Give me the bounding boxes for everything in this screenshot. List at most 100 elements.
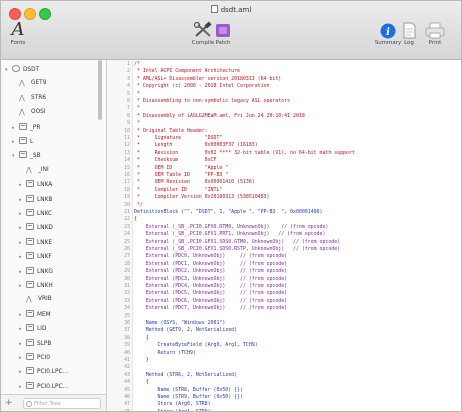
tree-item[interactable]: ⋀ OOSI [1, 108, 46, 120]
patch-icon [216, 24, 230, 37]
code-text: Method (STR6, 2, NotSerialized) [134, 371, 238, 378]
tree-item[interactable]: ▸ LNKH [1, 281, 53, 293]
tree-item-label: MEM [37, 311, 51, 318]
sidebar-scrollbar[interactable] [98, 60, 102, 120]
patch-button[interactable]: Patch [211, 21, 235, 46]
line-number: 7 [127, 105, 130, 112]
line-number: 28 [124, 260, 130, 267]
tree-item[interactable]: ▸ LNKG [1, 266, 53, 279]
add-icon[interactable]: + [5, 398, 13, 409]
disclosure-closed-icon[interactable]: ▸ [19, 312, 26, 318]
line-number: 37 [124, 327, 130, 334]
line-number: 9 [127, 120, 130, 127]
tree-item[interactable]: ⋀ _INI [1, 166, 49, 178]
line-number: 29 [124, 268, 130, 275]
code-text: */ [134, 201, 143, 208]
tree-item[interactable]: ⋀ VRIB [1, 295, 52, 307]
disclosure-closed-icon[interactable]: ▸ [19, 369, 26, 375]
code-line: 19 * Compiler Version 0x20180313 (538510… [107, 194, 269, 201]
code-line: 22 { [107, 216, 137, 223]
tree-item[interactable]: ▸ L [1, 137, 33, 149]
disclosure-closed-icon[interactable]: ▸ [19, 240, 26, 246]
tree-item[interactable]: ▾ _SB [1, 151, 41, 163]
code-line: 40 Return (TCH9) [107, 350, 196, 357]
line-number: 36 [124, 320, 130, 326]
code-line: 33 External (PDC6, UnknownObj) // (from … [107, 298, 287, 305]
code-text: * [134, 90, 140, 97]
tree-item[interactable]: ▸ PCI0.LPC... [1, 367, 68, 379]
code-text: External (_SB_.PCI0.GFX0.DTM0, UnknownOb… [134, 223, 329, 230]
tree-item[interactable]: ▾ DSDT [1, 65, 39, 77]
tree-item[interactable]: ▸ PCI0 [1, 353, 50, 365]
log-document-icon [403, 22, 416, 39]
folder-icon [19, 151, 27, 159]
tree-item[interactable]: ▸ LID [1, 324, 46, 336]
window-title: dsdt.aml [1, 5, 461, 14]
disclosure-closed-icon[interactable]: ▸ [19, 283, 26, 289]
line-number: 8 [127, 112, 130, 119]
tree-item-label: GET9 [31, 80, 47, 87]
tree-item[interactable]: ▸ SLPB [1, 338, 51, 351]
disclosure-closed-icon[interactable]: ▸ [19, 211, 26, 217]
code-line: 1 /* [107, 61, 140, 68]
code-text: * Disassembly of iASLG2MEaM.aml, Fri Jun… [134, 112, 305, 119]
table-icon [12, 65, 20, 72]
disclosure-closed-icon[interactable]: ▸ [19, 341, 26, 347]
tree-item-label: OOSI [31, 109, 46, 116]
line-number: 20 [124, 201, 130, 208]
disclosure-open-icon[interactable]: ▾ [5, 67, 12, 73]
tree-item[interactable]: ▸ LNKA [1, 180, 52, 192]
disclosure-closed-icon[interactable]: ▸ [19, 225, 26, 231]
code-line: 27 External (PDC0, UnknownObj) // (from … [107, 253, 287, 260]
line-number: 39 [124, 342, 130, 349]
print-button[interactable]: Print [421, 21, 449, 46]
code-text: * Checksum 0xCF [134, 157, 217, 164]
code-text: * [134, 105, 140, 112]
disclosure-closed-icon[interactable]: ▸ [12, 139, 19, 145]
disclosure-closed-icon[interactable]: ▸ [19, 326, 26, 332]
line-number: 38 [124, 334, 130, 341]
folder-icon [26, 309, 34, 317]
disclosure-closed-icon[interactable]: ▸ [12, 125, 19, 131]
fonts-icon: A [11, 19, 25, 40]
fonts-button[interactable]: A Fonts [6, 19, 30, 47]
sidebar-footer: + Filter Tree [1, 394, 106, 411]
tree-item[interactable]: ▸ MEM [1, 309, 51, 322]
code-line: 16 * OEM Table ID "PP-B3 " [107, 172, 228, 179]
code-text: Name (STR8, Buffer (0x50) {}) [134, 386, 243, 393]
disclosure-closed-icon[interactable]: ▸ [19, 197, 26, 203]
code-line: 31 External (PDC4, UnknownObj) // (from … [107, 283, 287, 290]
tree-item[interactable]: ▸ LNKF [1, 252, 52, 264]
code-text: * OEM ID "Apple " [134, 164, 229, 171]
tree-item[interactable]: ▸ LNKC [1, 209, 52, 221]
disclosure-closed-icon[interactable]: ▸ [19, 182, 26, 188]
line-number: 6 [127, 98, 130, 104]
disclosure-closed-icon[interactable]: ▸ [19, 384, 26, 390]
code-line: 45 Name (STR8, Buffer (0x50) {}) [107, 387, 243, 394]
line-number: 27 [124, 253, 130, 260]
disclosure-closed-icon[interactable]: ▸ [19, 355, 26, 361]
disclosure-open-icon[interactable]: ▾ [12, 153, 19, 159]
filter-tree-input[interactable]: Filter Tree [23, 398, 101, 409]
code-editor[interactable]: 1/* 2 * Intel ACPI Component Architecture… [107, 60, 461, 411]
code-line: 28 External (PDC1, UnknownObj) // (from … [107, 261, 287, 268]
tree-item[interactable]: ▸ PCI0.LPC... [1, 381, 68, 394]
disclosure-closed-icon[interactable]: ▸ [19, 254, 26, 260]
tree-item[interactable]: ▸ LNKB [1, 194, 52, 207]
tree-item[interactable]: ▸ _PR [1, 122, 40, 135]
log-button[interactable]: Log [399, 21, 419, 46]
tree-item[interactable]: ⋀ GET9 [1, 79, 46, 91]
line-number: 16 [124, 172, 130, 178]
code-text: * Copyright (c) 2000 - 2018 Intel Corpor… [134, 83, 270, 90]
tree-item-label: LNKG [37, 268, 53, 275]
line-number: 34 [124, 305, 130, 312]
tree-item[interactable]: ▸ LNKE [1, 237, 52, 250]
tree-item[interactable]: ▸ LNKD [1, 223, 53, 235]
tree-item[interactable]: ⋀ STR6 [1, 94, 46, 106]
disclosure-closed-icon[interactable]: ▸ [19, 269, 26, 275]
line-number: 14 [124, 157, 130, 164]
code-line: 3 * AML/ASL+ Disassembler version 201803… [107, 76, 281, 83]
code-line: 47 Store (Arg0, STR8) [107, 401, 210, 408]
line-number: 40 [124, 349, 130, 356]
folder-icon [26, 266, 34, 274]
